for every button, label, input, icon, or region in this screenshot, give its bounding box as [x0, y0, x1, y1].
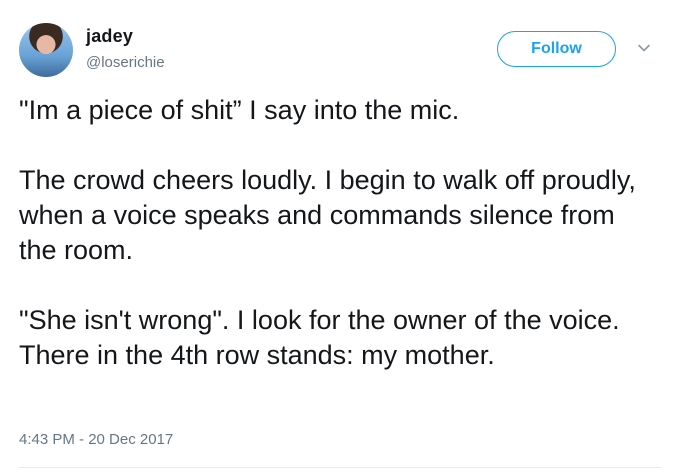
tweet-paragraph: "Im a piece of shit” I say into the mic.	[19, 95, 460, 125]
avatar[interactable]	[19, 23, 73, 77]
chevron-down-icon[interactable]	[636, 40, 652, 56]
tweet-paragraph: The crowd cheers loudly. I begin to walk…	[19, 165, 636, 265]
tweet-paragraph: "She isn't wrong". I look for the owner …	[19, 305, 620, 370]
divider	[19, 467, 661, 468]
tweet-timestamp[interactable]: 4:43 PM - 20 Dec 2017	[19, 431, 173, 448]
follow-button[interactable]: Follow	[497, 31, 616, 67]
display-name[interactable]: jadey	[86, 26, 133, 47]
user-handle[interactable]: @loserichie	[86, 54, 165, 71]
tweet-text: "Im a piece of shit” I say into the mic.…	[19, 93, 659, 373]
